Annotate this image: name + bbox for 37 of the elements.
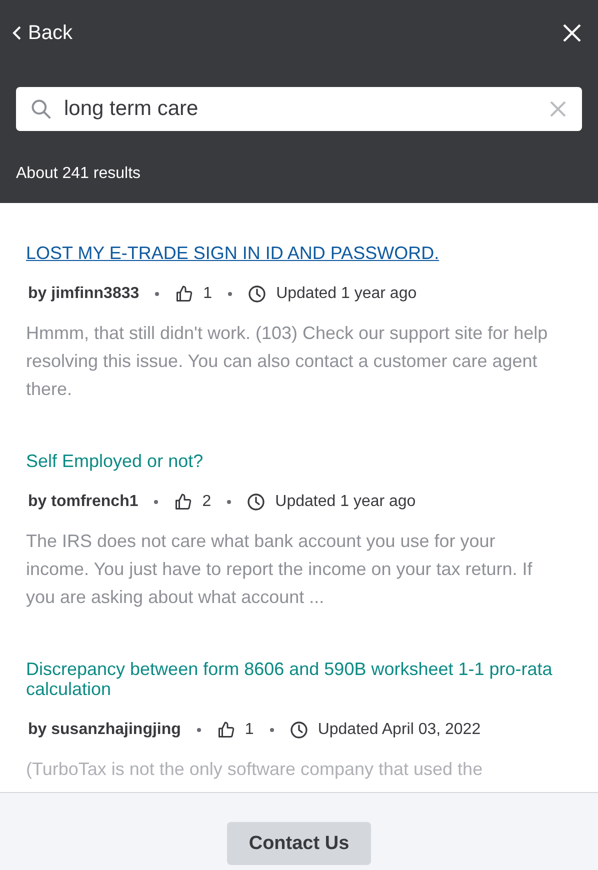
contact-us-button[interactable]: Contact Us bbox=[227, 822, 371, 865]
like-count: 1 bbox=[203, 285, 212, 303]
search-input[interactable]: long term care bbox=[64, 97, 538, 121]
author-name: by susanzhajingjing bbox=[28, 721, 181, 739]
thumbs-up-icon bbox=[175, 285, 194, 303]
separator-dot bbox=[196, 728, 201, 732]
result-title-link[interactable]: Self Employed or not? bbox=[26, 451, 572, 471]
like-count: 1 bbox=[244, 721, 254, 739]
search-icon bbox=[30, 98, 52, 120]
result-snippet: Hmmm, that still didn't work. (103) Check our support site for help resolving this issue. You can also contact a customer care agent there. bbox=[26, 322, 549, 401]
clock-icon bbox=[247, 493, 266, 511]
author-name: by tomfrench1 bbox=[28, 493, 138, 511]
author-name: by jimfinn3833 bbox=[28, 285, 140, 303]
result-count: About 241 results bbox=[16, 165, 142, 183]
result-title-link[interactable]: LOST MY E-TRADE SIGN IN ID AND PASSWORD. bbox=[26, 243, 572, 263]
chevron-left-icon bbox=[12, 25, 22, 41]
separator-dot bbox=[227, 500, 232, 504]
close-icon bbox=[562, 23, 582, 43]
separator-dot bbox=[270, 728, 274, 732]
like-count: 2 bbox=[202, 493, 212, 511]
clock-icon bbox=[248, 285, 266, 303]
separator-dot bbox=[155, 292, 160, 296]
back-button[interactable]: Back bbox=[12, 22, 72, 44]
updated-date: Updated 1 year ago bbox=[276, 285, 417, 303]
updated-date: Updated April 03, 2022 bbox=[318, 721, 481, 739]
search-field[interactable]: long term care bbox=[16, 87, 582, 131]
separator-dot bbox=[154, 500, 158, 504]
clear-icon bbox=[550, 101, 566, 117]
result-snippet: The IRS does not care what bank account you use for your income. You just have to report the income on your tax return. If you are asking about what account ... bbox=[26, 530, 534, 609]
thumbs-up-icon bbox=[174, 493, 192, 511]
result-title-link[interactable]: Discrepancy between form 8606 and 590B worksheet 1-1 pro-rata calculation bbox=[26, 659, 572, 699]
close-button[interactable] bbox=[562, 23, 582, 43]
result-snippet: (TurboTax is not the only software company that used the bbox=[26, 758, 484, 781]
thumbs-up-icon bbox=[216, 721, 235, 739]
updated-date: Updated 1 year ago bbox=[275, 493, 416, 511]
clock-icon bbox=[290, 721, 308, 739]
separator-dot bbox=[228, 292, 232, 296]
